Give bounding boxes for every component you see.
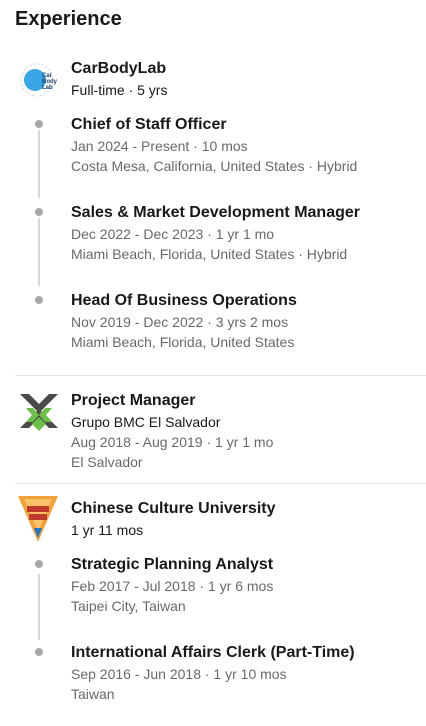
role-title[interactable]: Head Of Business Operations [71, 292, 297, 310]
role-dates: Nov 2019 - Dec 2022 · 3 yrs 2 mos [71, 314, 289, 330]
timeline-line [38, 574, 40, 640]
employment-summary: 1 yr 11 mos [71, 522, 144, 538]
company-name[interactable]: CarBodyLab [71, 60, 166, 78]
role-location: Miami Beach, Florida, United States · Hy… [71, 246, 348, 262]
role-location: Taipei City, Taiwan [71, 598, 186, 614]
svg-text:Lab: Lab [42, 85, 53, 91]
role-dates: Sep 2016 - Jun 2018 · 1 yr 10 mos [71, 666, 287, 682]
timeline-dot [35, 560, 43, 568]
ccu-logo[interactable] [16, 494, 60, 544]
timeline-line [38, 218, 40, 286]
timeline-dot [35, 648, 43, 656]
role-dates: Dec 2022 - Dec 2023 · 1 yr 1 mo [71, 226, 275, 242]
role-title[interactable]: Strategic Planning Analyst [71, 556, 273, 574]
timeline-line [38, 130, 40, 198]
role-location: El Salvador [71, 454, 143, 470]
role-dates: Jan 2024 - Present · 10 mos [71, 138, 248, 154]
company-name[interactable]: Grupo BMC El Salvador [71, 414, 220, 430]
grupo-bmc-logo[interactable] [16, 388, 62, 434]
divider [15, 483, 426, 484]
role-location: Costa Mesa, California, United States · … [71, 158, 358, 174]
timeline-dot [35, 296, 43, 304]
role-location: Taiwan [71, 686, 115, 702]
employment-summary: Full-time · 5 yrs [71, 82, 168, 98]
role-location: Miami Beach, Florida, United States [71, 334, 295, 350]
role-dates: Feb 2017 - Jul 2018 · 1 yr 6 mos [71, 578, 274, 594]
company-name[interactable]: Chinese Culture University [71, 500, 276, 518]
divider [15, 375, 426, 376]
role-title[interactable]: Chief of Staff Officer [71, 116, 227, 134]
carbodylab-logo[interactable]: Car Body Lab [16, 60, 60, 100]
role-title[interactable]: International Affairs Clerk (Part-Time) [71, 644, 355, 662]
section-title: Experience [15, 8, 122, 30]
timeline-dot [35, 208, 43, 216]
timeline-dot [35, 120, 43, 128]
role-title[interactable]: Sales & Market Development Manager [71, 204, 360, 222]
role-dates: Aug 2018 - Aug 2019 · 1 yr 1 mo [71, 434, 274, 450]
position-title[interactable]: Project Manager [71, 392, 195, 410]
